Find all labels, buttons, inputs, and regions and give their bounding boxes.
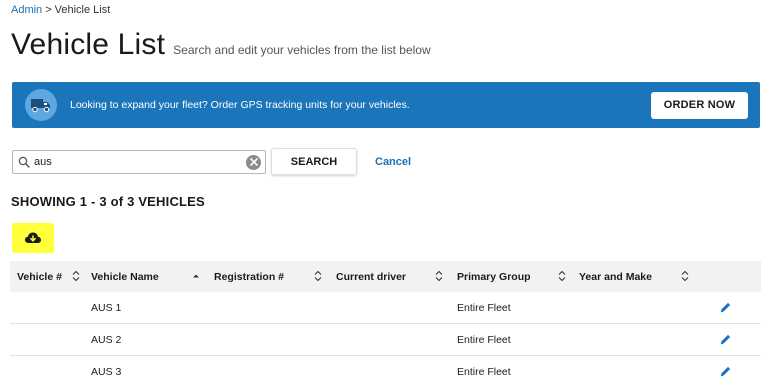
column-header-year-make[interactable]: Year and Make: [579, 261, 652, 292]
primary-group-cell: Entire Fleet: [457, 334, 511, 346]
pencil-edit-icon[interactable]: [719, 301, 732, 314]
page-subtitle: Search and edit your vehicles from the l…: [173, 43, 431, 57]
primary-group-cell: Entire Fleet: [457, 366, 511, 378]
search-button[interactable]: SEARCH: [271, 148, 357, 175]
search-input[interactable]: [34, 156, 246, 168]
cloud-download-icon: [25, 232, 41, 243]
breadcrumb-admin-link[interactable]: Admin: [11, 4, 42, 16]
sort-icon[interactable]: [558, 270, 566, 282]
sort-icon[interactable]: [314, 270, 322, 282]
column-header-primary-group[interactable]: Primary Group: [457, 261, 531, 292]
column-header-registration[interactable]: Registration #: [214, 261, 284, 292]
vehicle-name-cell: AUS 3: [91, 366, 122, 378]
sort-icon[interactable]: [435, 270, 443, 282]
column-header-vehicle-name[interactable]: Vehicle Name: [91, 261, 159, 292]
cancel-link[interactable]: Cancel: [375, 156, 411, 168]
title-row: Vehicle List Search and edit your vehicl…: [11, 28, 431, 62]
sort-ascending-icon[interactable]: [192, 270, 200, 282]
pencil-edit-icon[interactable]: [719, 365, 732, 378]
order-now-button[interactable]: ORDER NOW: [651, 91, 748, 119]
table-row[interactable]: AUS 3 Entire Fleet: [10, 356, 761, 381]
search-box: [12, 150, 266, 174]
search-icon: [18, 156, 30, 168]
breadcrumb-separator: >: [45, 4, 52, 16]
banner-text: Looking to expand your fleet? Order GPS …: [70, 99, 410, 111]
column-header-vehicle-number[interactable]: Vehicle #: [17, 261, 62, 292]
column-header-current-driver[interactable]: Current driver: [336, 261, 406, 292]
breadcrumb: Admin > Vehicle List: [11, 4, 110, 16]
primary-group-cell: Entire Fleet: [457, 302, 511, 314]
table-header: Vehicle # Vehicle Name Registration # Cu…: [10, 261, 761, 292]
vehicle-name-cell: AUS 2: [91, 334, 122, 346]
sort-icon[interactable]: [681, 270, 689, 282]
table-row[interactable]: AUS 1 Entire Fleet: [10, 292, 761, 324]
promo-banner: Looking to expand your fleet? Order GPS …: [12, 82, 760, 128]
clear-search-icon[interactable]: [246, 154, 261, 170]
pencil-edit-icon[interactable]: [719, 333, 732, 346]
page-title: Vehicle List: [11, 28, 166, 61]
download-button[interactable]: [12, 223, 54, 253]
truck-icon: [25, 89, 57, 121]
results-count: SHOWING 1 - 3 of 3 VEHICLES: [11, 194, 205, 209]
vehicle-name-cell: AUS 1: [91, 302, 122, 314]
breadcrumb-current: Vehicle List: [54, 4, 111, 16]
vehicle-table: Vehicle # Vehicle Name Registration # Cu…: [10, 261, 761, 381]
sort-icon[interactable]: [72, 270, 80, 282]
table-row[interactable]: AUS 2 Entire Fleet: [10, 324, 761, 356]
